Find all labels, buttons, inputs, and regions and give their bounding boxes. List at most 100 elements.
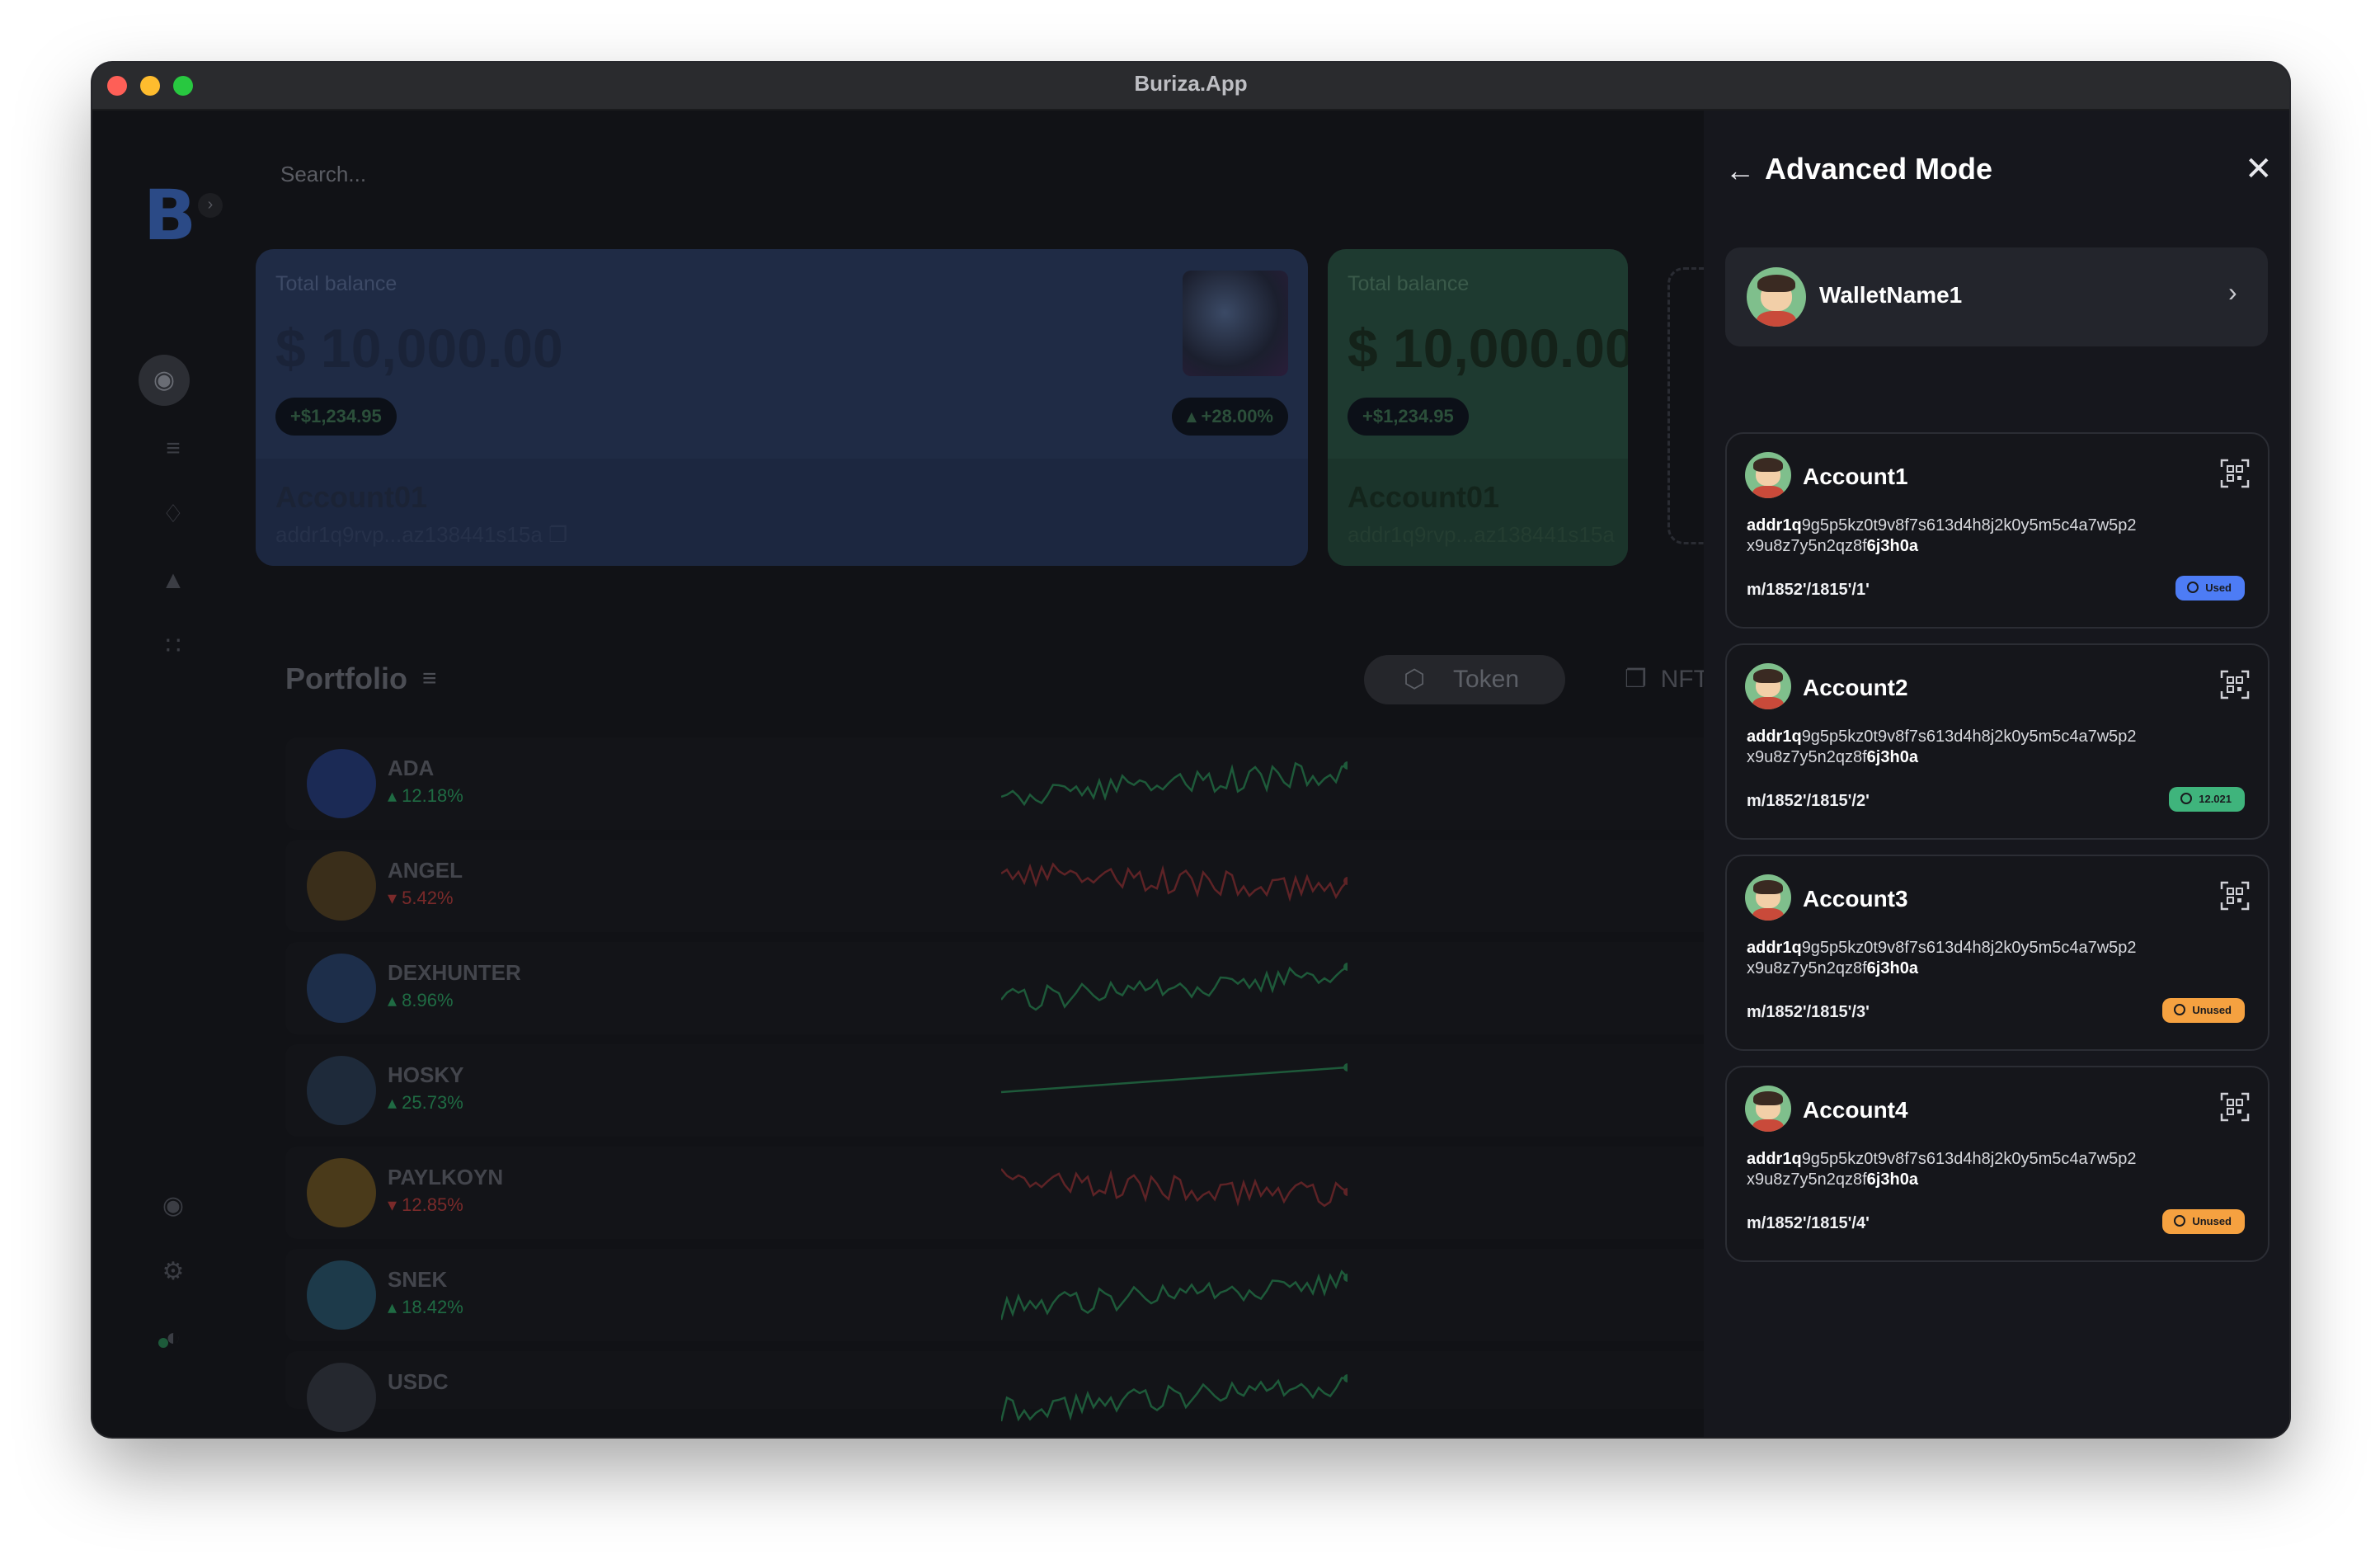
back-arrow-icon[interactable]: ← [1725, 153, 1755, 188]
portfolio-title: Portfolio [285, 662, 407, 695]
account-address-line2: x9u8z7y5n2qz8f6j3h0a [1747, 748, 1918, 766]
derivation-path: m/1852'/1815'/1' [1747, 581, 1870, 599]
card-label: Total balance [1348, 272, 1470, 295]
close-icon[interactable]: ✕ [2245, 150, 2273, 188]
bell-icon[interactable]: ◉ [153, 1186, 193, 1226]
token-name: USDC [388, 1369, 449, 1394]
search-list-icon[interactable]: ≡ [153, 429, 193, 469]
account-address-line2: x9u8z7y5n2qz8f6j3h0a [1747, 959, 1918, 977]
token-row[interactable]: HOSKY▴ 25.73%15≈ $0.0 [285, 1044, 1852, 1137]
title-bar: Buriza.App [92, 63, 2289, 111]
token-name: ADA [388, 756, 435, 780]
sidebar-collapse-button[interactable]: › [198, 193, 223, 218]
derivation-path: m/1852'/1815'/3' [1747, 1003, 1870, 1021]
up-arrow-icon: ▴ [388, 1297, 402, 1317]
avatar [1745, 663, 1791, 709]
delta-badge: +$1,234.95 [1348, 398, 1469, 436]
wallet-name: WalletName1 [1819, 282, 1963, 308]
token-row[interactable]: PAYLKOYN▾ 12.85%7≈ $0. [285, 1147, 1852, 1239]
token-row[interactable]: DEXHUNTER▴ 8.96%189≈ $0. [285, 942, 1852, 1034]
token-name: ANGEL [388, 858, 463, 883]
token-row[interactable]: USDC1 [285, 1351, 1852, 1432]
account-address-line1: addr1q9g5p5kz0t9v8f7s613d4h8j2k0y5m5c4a7… [1747, 728, 2137, 746]
down-arrow-icon: ▾ [388, 888, 402, 908]
window-title: Buriza.App [1134, 71, 1248, 96]
account-card[interactable]: Account4 addr1q9g5p5kz0t9v8f7s613d4h8j2k0… [1725, 1066, 2269, 1262]
account-address-line2: x9u8z7y5n2qz8f6j3h0a [1747, 1170, 1918, 1189]
tab-nft[interactable]: ❐ NFT [1625, 655, 1709, 704]
account-address-line1: addr1q9g5p5kz0t9v8f7s613d4h8j2k0y5m5c4a7… [1747, 516, 2137, 535]
status-badge: Unused [2162, 998, 2245, 1023]
qr-scan-icon[interactable] [2220, 1092, 2250, 1122]
status-badge: 12.021 [2169, 787, 2245, 812]
gear-icon[interactable]: ⚙ [153, 1252, 193, 1292]
token-change: ▴ 12.18% [388, 785, 463, 806]
account-card[interactable]: Account1 addr1q9g5p5kz0t9v8f7s613d4h8j2k0… [1725, 432, 2269, 629]
token-sparkline [1001, 1168, 1348, 1208]
up-arrow-icon: ▴ [388, 785, 402, 806]
tab-token[interactable]: ⬡ Token [1364, 655, 1565, 704]
panel-title: Advanced Mode [1765, 152, 1993, 186]
layers-icon[interactable]: ♢ [153, 495, 193, 535]
token-row[interactable]: ANGEL▾ 5.42%25≈ $ [285, 840, 1852, 932]
token-row[interactable]: SNEK▴ 18.42%320≈ $0.0 [285, 1249, 1852, 1341]
token-change: ▾ 5.42% [388, 888, 454, 908]
nft-thumbnail [1183, 271, 1288, 376]
account-address-line2: x9u8z7y5n2qz8f6j3h0a [1747, 537, 1918, 555]
account-address-line1: addr1q9g5p5kz0t9v8f7s613d4h8j2k0y5m5c4a7… [1747, 1150, 2137, 1168]
wallet-icon[interactable]: ◉ [139, 355, 190, 406]
token-change: ▴ 18.42% [388, 1297, 463, 1317]
main-app: B › ◉ ≡ ♢ ▲ ∷ ◉ ⚙ ◐ Search... Total bala… [92, 111, 1852, 1437]
balance-card[interactable]: Total balance $ 10,000.00 +$1,234.95 ▴ +… [256, 249, 1308, 566]
status-icon [2187, 582, 2199, 594]
avatar [1745, 452, 1791, 498]
down-arrow-icon: ▾ [388, 1194, 402, 1215]
token-change: ▴ 25.73% [388, 1092, 463, 1113]
buriza-logo: B [143, 175, 197, 256]
status-icon [2174, 1215, 2186, 1227]
balance-card[interactable]: Total balance $ 10,000.00 +$1,234.95 Acc… [1328, 249, 1628, 566]
qr-scan-icon[interactable] [2220, 459, 2250, 488]
stake-icon[interactable]: ▲ [153, 561, 193, 601]
nft-icon: ❐ [1625, 666, 1647, 693]
apps-icon[interactable]: ∷ [153, 627, 193, 666]
percent-badge: ▴ +28.00% [1172, 398, 1288, 436]
avatar [1745, 874, 1791, 921]
qr-scan-icon[interactable] [2220, 670, 2250, 699]
token-name: PAYLKOYN [388, 1165, 504, 1189]
search-input[interactable]: Search... [280, 162, 366, 187]
qr-scan-icon[interactable] [2220, 881, 2250, 911]
advanced-mode-panel: ← Advanced Mode ✕ WalletName1 › Account1… [1704, 111, 2289, 1437]
card-account-name: Account01 [1348, 480, 1500, 514]
filter-icon[interactable]: ≡ [422, 665, 437, 693]
token-icon [307, 749, 376, 818]
headset-icon[interactable]: ◐ [153, 1318, 193, 1358]
token-icon [307, 1363, 376, 1432]
account-card[interactable]: Account2 addr1q9g5p5kz0t9v8f7s613d4h8j2k0… [1725, 643, 2269, 840]
token-row[interactable]: ADA▴ 12.18%530≈ $0. [285, 737, 1852, 830]
status-icon [2174, 1004, 2186, 1016]
card-address: addr1q9rvp...az138441s15a ❐ [275, 522, 568, 547]
token-sparkline [1001, 1374, 1348, 1422]
card-account-name: Account01 [275, 480, 428, 514]
delta-badge: +$1,234.95 [275, 398, 397, 436]
card-footer: Account01 addr1q9rvp...az138441s15a ❐ [256, 459, 1308, 566]
account-card[interactable]: Account3 addr1q9g5p5kz0t9v8f7s613d4h8j2k0… [1725, 855, 2269, 1051]
derivation-path: m/1852'/1815'/4' [1747, 1214, 1870, 1232]
card-amount: $ 10,000.00 [1348, 318, 1628, 379]
status-dot [158, 1338, 168, 1348]
token-icon [307, 954, 376, 1023]
token-name: SNEK [388, 1267, 448, 1292]
avatar [1745, 1086, 1791, 1132]
card-address: addr1q9rvp...az138441s15a [1348, 522, 1615, 547]
token-sparkline [1001, 1269, 1348, 1321]
account-name: Account3 [1803, 886, 1908, 911]
token-name: DEXHUNTER [388, 960, 521, 985]
wallet-selector[interactable]: WalletName1 › [1725, 247, 2268, 346]
account-name: Account2 [1803, 675, 1908, 700]
card-footer: Account01 addr1q9rvp...az138441s15a [1328, 459, 1628, 566]
copy-icon[interactable]: ❐ [548, 522, 567, 547]
token-change: ▴ 8.96% [388, 990, 454, 1010]
token-sparkline [1001, 963, 1348, 1011]
card-amount: $ 10,000.00 [275, 318, 563, 379]
